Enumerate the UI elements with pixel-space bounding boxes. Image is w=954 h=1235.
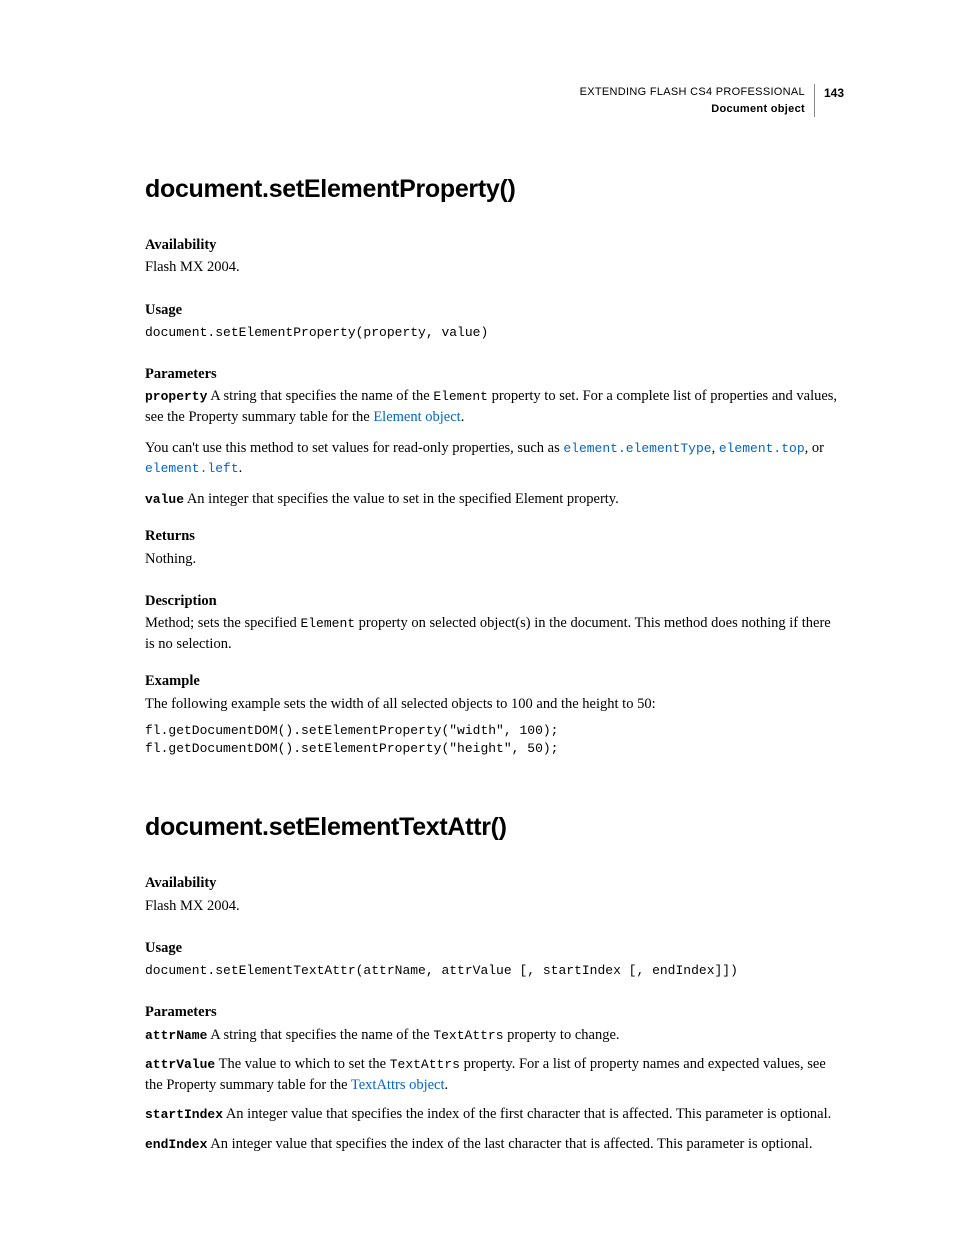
param-endindex-para: endIndex An integer value that specifies… (145, 1134, 844, 1155)
header-book-title: EXTENDING FLASH CS4 PROFESSIONAL (580, 84, 805, 101)
availability-label-2: Availability (145, 873, 844, 893)
readonly-sep2: , or (805, 440, 824, 456)
p1-code: TextAttrs (433, 1028, 503, 1043)
param-property-text-c: . (461, 409, 465, 425)
param-attrvalue: attrValue (145, 1057, 215, 1072)
method-title-2: document.setElementTextAttr() (145, 810, 844, 845)
description-para: Method; sets the specified Element prope… (145, 613, 844, 654)
method-set-element-text-attr: document.setElementTextAttr() Availabili… (145, 810, 844, 1154)
p2-code: TextAttrs (390, 1057, 460, 1072)
param-attrname-para: attrName A string that specifies the nam… (145, 1025, 844, 1046)
param-property-code: Element (433, 389, 488, 404)
element-object-link[interactable]: Element object (373, 409, 460, 425)
p2-text-c: . (445, 1077, 449, 1093)
example-text: The following example sets the width of … (145, 694, 844, 714)
example-label: Example (145, 671, 844, 691)
readonly-text-a: You can't use this method to set values … (145, 440, 563, 456)
param-attrvalue-para: attrValue The value to which to set the … (145, 1054, 844, 1095)
description-code: Element (300, 616, 355, 631)
header-text-block: EXTENDING FLASH CS4 PROFESSIONAL Documen… (580, 84, 815, 117)
param-attrname: attrName (145, 1028, 207, 1043)
param-startindex: startIndex (145, 1107, 223, 1122)
param-endindex: endIndex (145, 1137, 207, 1152)
usage-code-2: document.setElementTextAttr(attrName, at… (145, 962, 844, 980)
textattrs-object-link[interactable]: TextAttrs object (351, 1077, 445, 1093)
example-code: fl.getDocumentDOM().setElementProperty("… (145, 722, 844, 758)
param-value-text: An integer that specifies the value to s… (184, 491, 619, 507)
readonly-sep1: , (712, 440, 719, 456)
returns-label: Returns (145, 526, 844, 546)
param-property-name: property (145, 389, 207, 404)
usage-label-2: Usage (145, 938, 844, 958)
usage-label: Usage (145, 300, 844, 320)
element-left-link[interactable]: element.left (145, 461, 239, 476)
parameters-label-2: Parameters (145, 1002, 844, 1022)
availability-text: Flash MX 2004. (145, 257, 844, 277)
description-label: Description (145, 591, 844, 611)
readonly-text-c: . (239, 460, 243, 476)
header-chapter-title: Document object (580, 101, 805, 118)
method-title: document.setElementProperty() (145, 172, 844, 207)
usage-code: document.setElementProperty(property, va… (145, 324, 844, 342)
param-startindex-para: startIndex An integer value that specifi… (145, 1104, 844, 1125)
param-property-text-a: A string that specifies the name of the (207, 388, 433, 404)
page-header: EXTENDING FLASH CS4 PROFESSIONAL Documen… (145, 84, 844, 117)
method-set-element-property: document.setElementProperty() Availabili… (145, 172, 844, 758)
element-top-link[interactable]: element.top (719, 441, 805, 456)
p3-text: An integer value that specifies the inde… (223, 1106, 831, 1122)
p1-text-a: A string that specifies the name of the (207, 1027, 433, 1043)
element-elementtype-link[interactable]: element.elementType (563, 441, 711, 456)
p2-text-a: The value to which to set the (215, 1056, 390, 1072)
param-value-para: value An integer that specifies the valu… (145, 489, 844, 510)
returns-text: Nothing. (145, 549, 844, 569)
param-property-para: property A string that specifies the nam… (145, 386, 844, 427)
param-value-name: value (145, 492, 184, 507)
p1-text-b: property to change. (504, 1027, 620, 1043)
parameters-label: Parameters (145, 364, 844, 384)
readonly-note-para: You can't use this method to set values … (145, 438, 844, 479)
availability-label: Availability (145, 235, 844, 255)
availability-text-2: Flash MX 2004. (145, 896, 844, 916)
page-number: 143 (815, 84, 844, 102)
description-text-a: Method; sets the specified (145, 615, 300, 631)
p4-text: An integer value that specifies the inde… (207, 1136, 812, 1152)
